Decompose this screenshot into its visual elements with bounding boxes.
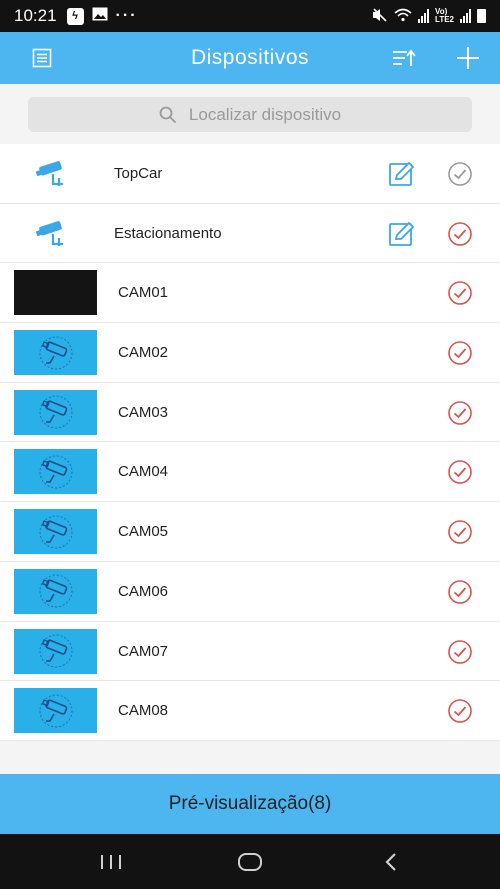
system-nav-bar: [0, 834, 500, 889]
back-icon[interactable]: [371, 848, 411, 876]
channel-row[interactable]: CAM01: [0, 263, 500, 324]
channel-row[interactable]: CAM02: [0, 323, 500, 383]
check-icon[interactable]: [447, 400, 473, 426]
check-icon[interactable]: [447, 161, 473, 187]
messenger-icon: ϟ: [66, 7, 84, 25]
search-input[interactable]: Localizar dispositivo: [28, 97, 472, 132]
channel-row[interactable]: CAM08: [0, 681, 500, 741]
signal-icon: [418, 9, 430, 23]
channel-name: CAM05: [118, 523, 169, 541]
camera-placeholder-icon: [39, 574, 72, 608]
camera-icon: [35, 160, 68, 193]
battery-icon: [477, 9, 486, 23]
channel-thumbnail: [14, 389, 97, 435]
check-icon[interactable]: [447, 340, 473, 366]
mute-icon: [372, 7, 388, 25]
preview-button[interactable]: Pré-visualização(8): [0, 774, 500, 834]
channel-row[interactable]: CAM06: [0, 561, 500, 622]
channel-name: CAM04: [118, 463, 169, 481]
signal-icon-2: [460, 9, 471, 23]
status-time: 10:21: [14, 6, 57, 25]
channel-thumbnail: [14, 509, 97, 555]
check-icon[interactable]: [447, 579, 473, 605]
channel-name: CAM01: [118, 284, 169, 302]
edit-icon[interactable]: [389, 221, 415, 246]
device-name: Estacionamento: [114, 224, 222, 242]
status-bar: 10:21 ϟ ··· Vo) LTE2: [0, 0, 500, 32]
camera-placeholder-icon: [39, 395, 72, 429]
page-title: Dispositivos: [190, 46, 310, 69]
channel-name: CAM06: [118, 582, 169, 600]
search-placeholder: Localizar dispositivo: [188, 104, 342, 124]
search-bar: Localizar dispositivo: [0, 84, 500, 144]
add-icon[interactable]: [450, 40, 486, 76]
list-icon[interactable]: [24, 40, 60, 76]
camera-placeholder-icon: [39, 694, 72, 728]
device-list: TopCar Estacionamento CAM01 CAM02 CAM03 …: [0, 144, 500, 741]
channel-row[interactable]: CAM05: [0, 502, 500, 562]
status-more: ···: [115, 7, 138, 24]
channel-row[interactable]: CAM07: [0, 621, 500, 682]
app-bar: Dispositivos: [0, 32, 500, 84]
channel-row[interactable]: CAM04: [0, 442, 500, 503]
camera-placeholder-icon: [39, 455, 72, 489]
check-icon[interactable]: [447, 459, 473, 485]
channel-thumbnail: [14, 330, 97, 376]
search-icon: [159, 106, 177, 123]
device-row-estacionamento[interactable]: Estacionamento: [0, 203, 500, 264]
home-icon[interactable]: [230, 848, 270, 876]
camera-placeholder-icon: [39, 336, 72, 370]
channel-name: CAM02: [118, 344, 169, 362]
channel-name: CAM03: [118, 403, 169, 421]
channel-thumbnail: [14, 270, 97, 316]
check-icon[interactable]: [447, 639, 473, 665]
device-name: TopCar: [114, 165, 163, 182]
camera-placeholder-icon: [39, 634, 72, 668]
check-icon[interactable]: [447, 698, 473, 724]
camera-icon: [35, 220, 68, 253]
channel-thumbnail: [14, 568, 97, 614]
channel-thumbnail: [14, 449, 97, 495]
check-icon[interactable]: [447, 221, 473, 247]
device-row-topcar[interactable]: TopCar: [0, 144, 500, 204]
network-label: Vo) LTE2: [435, 7, 454, 24]
channel-thumbnail: [14, 688, 97, 734]
edit-icon[interactable]: [389, 161, 415, 186]
channel-thumbnail: [14, 628, 97, 674]
wifi-icon: [394, 8, 412, 25]
image-icon: [92, 7, 108, 26]
camera-placeholder-icon: [39, 515, 72, 549]
channel-name: CAM07: [118, 642, 169, 660]
channel-name: CAM08: [118, 702, 169, 720]
check-icon[interactable]: [447, 519, 473, 545]
recent-apps-icon[interactable]: [91, 848, 131, 876]
channel-row[interactable]: CAM03: [0, 382, 500, 443]
check-icon[interactable]: [447, 280, 473, 306]
sort-icon[interactable]: [386, 40, 422, 76]
